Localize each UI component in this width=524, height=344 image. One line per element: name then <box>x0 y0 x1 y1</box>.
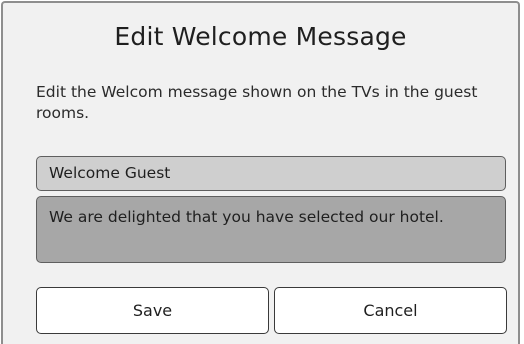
dialog-description: Edit the Welcom message shown on the TVs… <box>36 83 478 122</box>
cancel-button[interactable]: Cancel <box>274 287 507 334</box>
edit-welcome-dialog: Edit Welcome Message Edit the Welcom mes… <box>1 1 520 344</box>
welcome-message-textarea[interactable]: We are delighted that you have selected … <box>36 196 506 263</box>
welcome-title-input[interactable]: Welcome Guest <box>36 156 506 191</box>
save-button[interactable]: Save <box>36 287 269 334</box>
cancel-button-label: Cancel <box>363 301 418 320</box>
save-button-label: Save <box>132 301 173 320</box>
dialog-title: Edit Welcome Message <box>114 22 407 51</box>
